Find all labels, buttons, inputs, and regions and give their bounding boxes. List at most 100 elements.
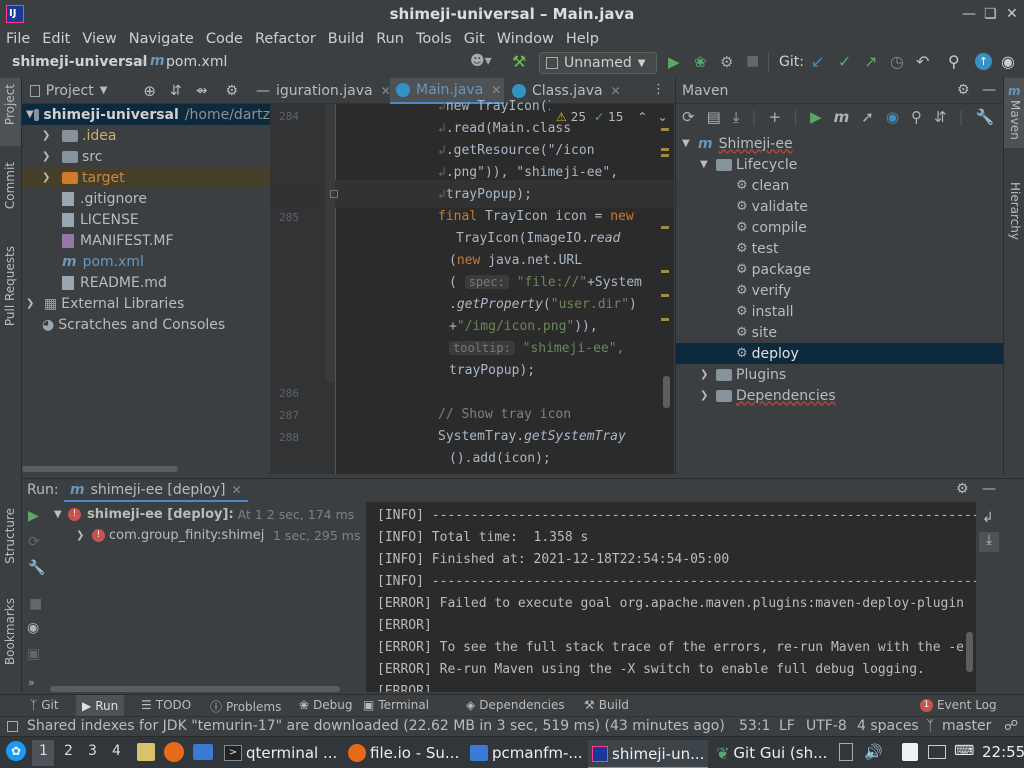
tree-item-manifest[interactable]: MANIFEST.MF — [62, 230, 174, 251]
maven-goal-compile[interactable]: ⚙ compile — [736, 217, 807, 238]
add-icon[interactable]: + — [768, 108, 781, 126]
menu-view[interactable]: View — [82, 31, 116, 47]
menu-tools[interactable]: Tools — [416, 31, 452, 47]
maven-goal-clean[interactable]: ⚙ clean — [736, 175, 789, 196]
update-icon[interactable]: ↑ — [975, 53, 992, 70]
coverage-icon[interactable]: ⚙ — [720, 53, 733, 71]
minimize-icon[interactable]: — — [962, 6, 976, 22]
left-tab-commit[interactable]: Commit — [3, 162, 17, 209]
tab-configuration-java[interactable]: iguration.java ✕ — [276, 78, 391, 104]
maven-root[interactable]: ▼ m Shimeji-ee — [682, 133, 793, 154]
maven-goal-deploy[interactable]: ⚙ deploy — [676, 343, 1004, 364]
event-log-button[interactable]: 1 Event Log — [920, 698, 997, 712]
file-encoding[interactable]: UTF-8 — [806, 718, 847, 734]
tool-tab-terminal[interactable]: ▣ Terminal — [363, 698, 429, 712]
ide-features-icon[interactable]: ◉ — [1001, 52, 1015, 71]
run-tree-item-deploy[interactable]: ▼ ! shimeji-ee [deploy]: At 1 2 sec, 174… — [54, 504, 354, 525]
wrench-icon[interactable]: 🔧 — [976, 108, 995, 126]
git-branch[interactable]: master — [942, 718, 991, 734]
close-icon[interactable]: ✕ — [491, 83, 501, 97]
tree-item-target[interactable]: ❯ target — [22, 167, 270, 188]
menu-help[interactable]: Help — [566, 31, 599, 47]
desktop-2[interactable]: 2 — [64, 743, 73, 759]
hide-icon[interactable]: — — [256, 83, 270, 99]
generate-sources-icon[interactable]: ▤ — [707, 108, 721, 126]
maven-dependencies[interactable]: ❯ Dependencies — [700, 385, 836, 406]
execute-goal-icon[interactable]: m — [834, 108, 850, 126]
menu-run[interactable]: Run — [376, 31, 404, 47]
menu-edit[interactable]: Edit — [42, 31, 70, 47]
chevron-up-icon[interactable]: ⌃ — [637, 110, 647, 124]
chevron-down-icon[interactable]: ⌄ — [657, 110, 667, 124]
desktop-3[interactable]: 3 — [88, 743, 97, 759]
run-tab[interactable]: m shimeji-ee [deploy] ✕ — [64, 479, 248, 502]
file-manager-icon[interactable] — [137, 743, 155, 761]
run-config-select[interactable]: Unnamed ▼ — [539, 52, 657, 74]
search-icon[interactable]: ⚲ — [948, 52, 960, 71]
close-icon[interactable]: ✕ — [1006, 6, 1018, 22]
right-tab-hierarchy[interactable]: Hierarchy — [1008, 182, 1022, 240]
build-hammer-icon[interactable]: ⚒ — [512, 52, 526, 71]
clipboard-icon[interactable] — [839, 743, 853, 761]
scroll-to-end-icon[interactable]: ⤓ — [979, 532, 999, 552]
stop-icon[interactable]: ■ — [29, 596, 42, 612]
left-tab-pull-requests[interactable]: Pull Requests — [3, 246, 17, 326]
taskbar-app-qterminal[interactable]: > qterminal ... — [224, 740, 337, 766]
tree-item-gitignore[interactable]: .gitignore — [62, 188, 147, 209]
taskbar-app-pcmanfm[interactable]: pcmanfm-... — [470, 740, 583, 766]
show-desktop-icon[interactable] — [193, 744, 213, 760]
run-tree-item-module[interactable]: ❯ ! com.group_finity:shimej 1 sec, 295 m… — [76, 525, 360, 546]
maven-plugins[interactable]: ❯ Plugins — [700, 364, 786, 385]
collapse-icon[interactable]: ⇵ — [934, 108, 947, 126]
volume-icon[interactable]: 🔊 — [864, 743, 883, 761]
project-panel-title[interactable]: Project — [46, 83, 94, 99]
tree-item-pom[interactable]: m pom.xml — [62, 251, 144, 272]
menu-build[interactable]: Build — [328, 31, 364, 47]
debug-bug-icon[interactable]: ❀ — [694, 53, 707, 71]
editor-scrollbar[interactable] — [663, 376, 670, 408]
caret-position[interactable]: 53:1 — [739, 718, 770, 734]
status-message[interactable]: Shared indexes for JDK "temurin-17" are … — [27, 718, 725, 734]
line-separator[interactable]: LF — [779, 718, 795, 734]
desktop-4[interactable]: 4 — [112, 743, 121, 759]
gear-icon[interactable]: ⚙ — [225, 83, 238, 99]
indent-setting[interactable]: 4 spaces — [857, 718, 919, 734]
close-icon[interactable]: ✕ — [611, 84, 621, 98]
display-icon[interactable] — [928, 745, 946, 759]
skip-tests-icon[interactable]: ◉ — [886, 108, 899, 126]
close-icon[interactable]: ✕ — [231, 483, 241, 497]
git-push-icon[interactable]: ↗ — [864, 52, 877, 71]
tool-tab-problems[interactable]: ⓘ Problems — [210, 698, 281, 715]
maximize-icon[interactable]: ❏ — [984, 6, 997, 22]
git-update-icon[interactable]: ↙ — [811, 52, 824, 71]
git-commit-icon[interactable]: ✓ — [838, 52, 851, 71]
user-icon[interactable]: ☻▾ — [470, 53, 492, 69]
tree-item-external-libraries[interactable]: ❯ ▦ External Libraries — [22, 293, 184, 314]
firefox-icon[interactable] — [164, 742, 184, 762]
hide-icon[interactable]: — — [982, 82, 996, 98]
camera-icon[interactable]: ▣ — [27, 646, 40, 662]
rollback-icon[interactable]: ↶ — [916, 52, 929, 71]
breadcrumb-file[interactable]: pom.xml — [166, 54, 227, 70]
tool-tab-debug[interactable]: ❀ Debug — [299, 698, 353, 712]
maven-lifecycle[interactable]: ▼ Lifecycle — [700, 154, 797, 175]
start-menu-icon[interactable]: ✿ — [6, 741, 26, 761]
maven-goal-site[interactable]: ⚙ site — [736, 322, 777, 343]
tool-tab-run[interactable]: ▶ Run — [76, 695, 125, 716]
tree-item-license[interactable]: LICENSE — [62, 209, 139, 230]
tree-item-src[interactable]: ❯ src — [42, 146, 102, 167]
notes-icon[interactable] — [902, 743, 918, 761]
inspection-widget[interactable]: ⚠ 25 ✓ 15 ⌃ ⌄ — [556, 110, 668, 124]
clock[interactable]: 22:55 — [982, 743, 1024, 761]
tree-item-readme[interactable]: README.md — [62, 272, 167, 293]
git-history-icon[interactable]: ◷ — [890, 52, 904, 71]
left-tab-structure[interactable]: Structure — [3, 508, 17, 564]
menu-refactor[interactable]: Refactor — [255, 31, 316, 47]
stop-icon[interactable]: ■ — [746, 53, 759, 69]
status-toggle-icon[interactable] — [7, 721, 18, 732]
menu-file[interactable]: File — [6, 31, 30, 47]
right-tab-maven[interactable]: Maven — [1008, 100, 1022, 140]
rerun-icon[interactable]: ▶ — [28, 508, 39, 524]
menu-code[interactable]: Code — [206, 31, 243, 47]
menu-navigate[interactable]: Navigate — [129, 31, 194, 47]
